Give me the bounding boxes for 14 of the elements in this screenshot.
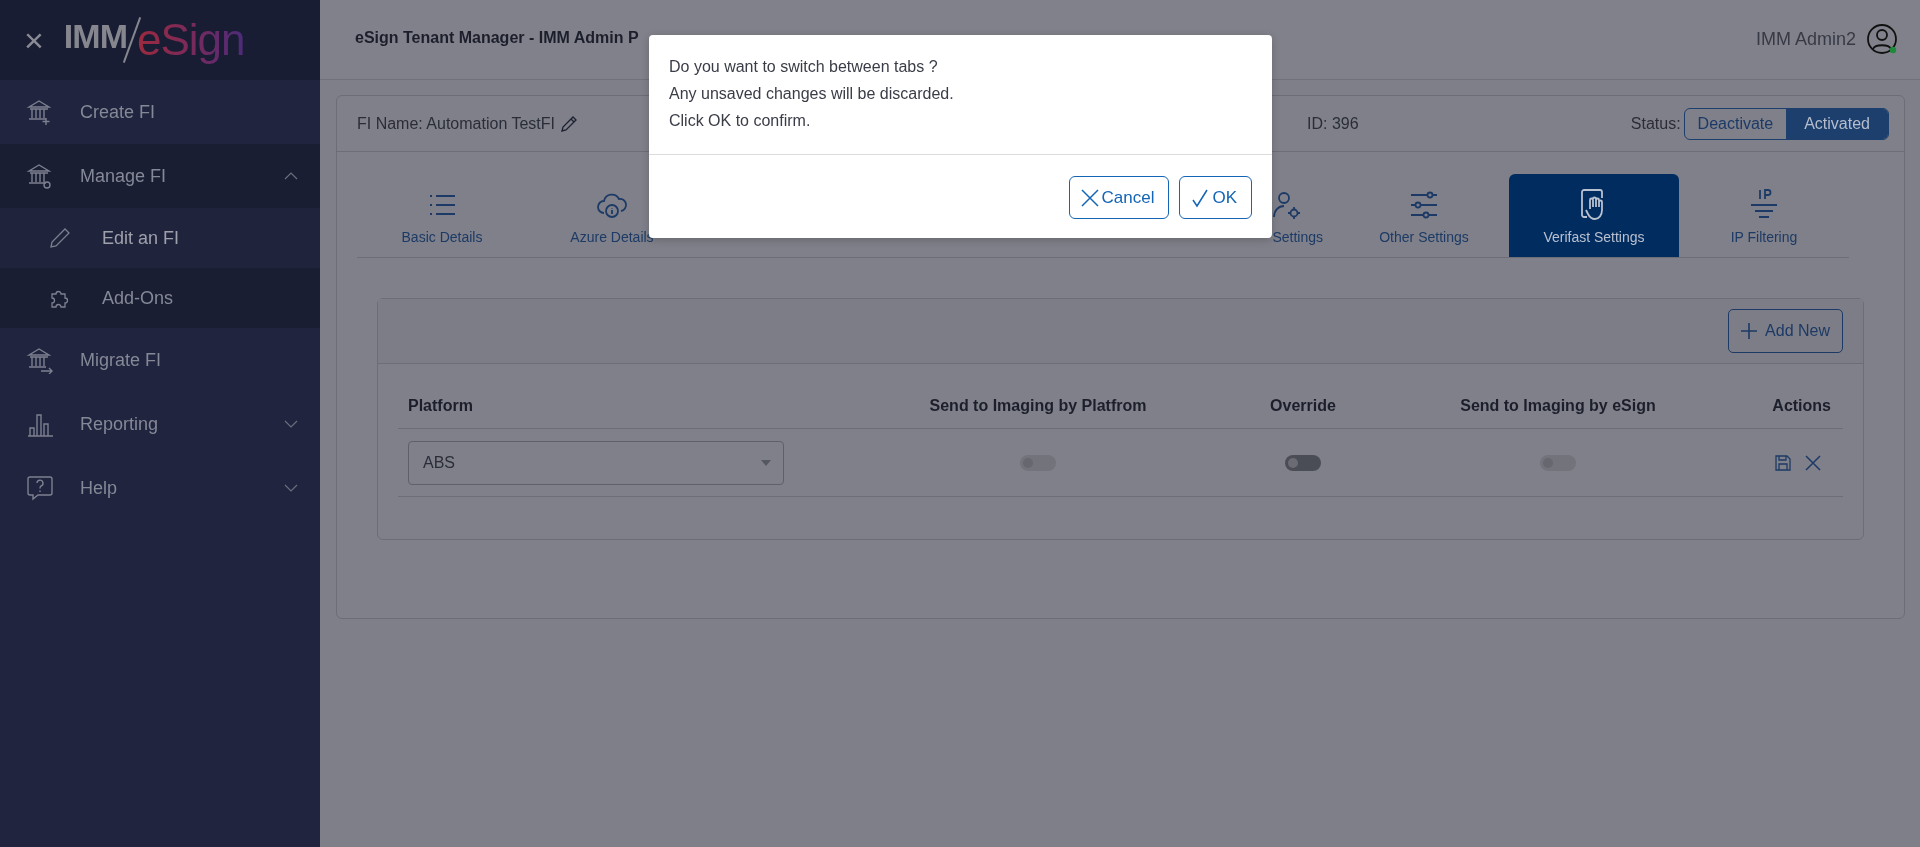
fi-name: FI Name: Automation TestFI <box>357 114 555 133</box>
dialog-message: Do you want to switch between tabs ? <box>669 58 939 76</box>
column-header: Send to Imaging by eSign <box>1459 397 1657 415</box>
dialog-message: Any unsaved changes will be discarded. <box>669 85 955 103</box>
page-title: eSign Tenant Manager - IMM Admin P <box>355 28 639 47</box>
column-header: Override <box>1269 397 1337 415</box>
column-header: Send to Imaging by Platfrom <box>928 397 1148 415</box>
column-header: Actions <box>1771 397 1832 415</box>
dialog-message: Click OK to confirm. <box>669 112 812 130</box>
status-label: Status: <box>1630 114 1681 133</box>
fi-id: ID: 396 <box>1307 114 1360 133</box>
user-name: IMM Admin2 <box>1755 29 1856 50</box>
logo: IMM eSign <box>63 15 245 65</box>
column-header: Platform <box>407 397 474 415</box>
